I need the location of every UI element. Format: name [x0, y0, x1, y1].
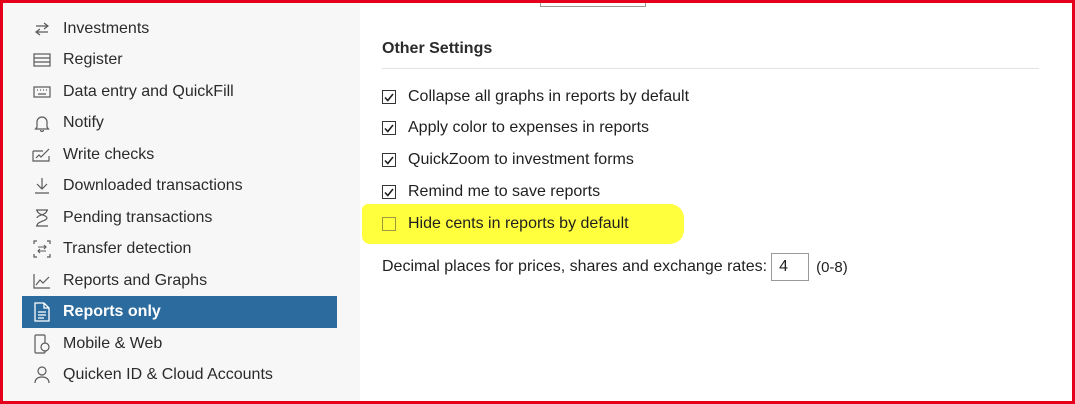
- checkbox[interactable]: [382, 121, 396, 135]
- download-icon: [31, 175, 53, 197]
- sidebar-item-mobile-web[interactable]: Mobile & Web: [22, 328, 337, 360]
- sidebar-item-label: Register: [63, 51, 123, 68]
- register-icon: [31, 49, 53, 71]
- transfer-icon: [31, 238, 53, 260]
- document-icon: [31, 301, 53, 323]
- checkbox[interactable]: [382, 217, 396, 231]
- mobile-icon: [31, 333, 53, 355]
- sidebar-item-label: Notify: [63, 114, 104, 131]
- section-divider: [382, 68, 1039, 69]
- bell-icon: [31, 112, 53, 134]
- checkbox[interactable]: [382, 90, 396, 104]
- chart-icon: [31, 270, 53, 292]
- check-write-icon: [31, 144, 53, 166]
- option-label: QuickZoom to investment forms: [408, 151, 634, 168]
- sidebar-item-label: Investments: [63, 20, 150, 37]
- option-remind-save[interactable]: Remind me to save reports: [382, 181, 600, 203]
- arrows-swap-icon: [31, 18, 53, 40]
- decimal-places-row: Decimal places for prices, shares and ex…: [382, 253, 848, 281]
- option-apply-color[interactable]: Apply color to expenses in reports: [382, 117, 649, 139]
- sidebar-item-label: Transfer detection: [63, 240, 192, 257]
- partial-icon: [31, 396, 53, 401]
- option-label: Hide cents in reports by default: [408, 215, 629, 232]
- decimal-range-hint: (0-8): [816, 258, 848, 276]
- partial-field-top[interactable]: [540, 0, 646, 7]
- option-quickzoom[interactable]: QuickZoom to investment forms: [382, 149, 634, 171]
- user-icon: [31, 364, 53, 386]
- sidebar-item-label: Quicken ID & Cloud Accounts: [63, 366, 273, 383]
- sidebar-item-notify[interactable]: Notify: [22, 107, 337, 139]
- sidebar-item-register[interactable]: Register: [22, 44, 337, 76]
- sidebar-item-partial-bottom[interactable]: [22, 391, 337, 401]
- sidebar-item-transfer[interactable]: Transfer detection: [22, 233, 337, 265]
- decimal-places-label: Decimal places for prices, shares and ex…: [382, 258, 768, 275]
- sidebar-item-label: Downloaded transactions: [63, 177, 243, 194]
- option-collapse-graphs[interactable]: Collapse all graphs in reports by defaul…: [382, 86, 689, 108]
- sidebar-item-label: Pending transactions: [63, 209, 213, 226]
- sidebar-item-label: Mobile & Web: [63, 335, 163, 352]
- sidebar-item-label: Write checks: [63, 146, 155, 163]
- sidebar-item-label: Reports and Graphs: [63, 272, 208, 289]
- option-label: Remind me to save reports: [408, 183, 601, 200]
- sidebar-item-investments[interactable]: Investments: [22, 13, 337, 45]
- sidebar-item-quicken-id[interactable]: Quicken ID & Cloud Accounts: [22, 359, 337, 391]
- sidebar-item-reports-only[interactable]: Reports only: [22, 296, 337, 328]
- sidebar-item-downloaded[interactable]: Downloaded transactions: [22, 170, 337, 202]
- sidebar-item-pending[interactable]: Pending transactions: [22, 202, 337, 234]
- sidebar-item-label: Reports only: [63, 303, 161, 320]
- keyboard-icon: [31, 81, 53, 103]
- option-label: Collapse all graphs in reports by defaul…: [408, 88, 690, 105]
- sidebar-item-label: Data entry and QuickFill: [63, 83, 234, 100]
- sidebar-item-write-checks[interactable]: Write checks: [22, 139, 337, 171]
- checkbox[interactable]: [382, 185, 396, 199]
- preferences-sidebar: Investments Register Data entry and Quic…: [3, 3, 360, 401]
- option-hide-cents[interactable]: Hide cents in reports by default: [382, 213, 629, 235]
- option-label: Apply color to expenses in reports: [408, 119, 650, 136]
- sidebar-item-reports-graphs[interactable]: Reports and Graphs: [22, 265, 337, 297]
- checkbox[interactable]: [382, 153, 396, 167]
- decimal-places-input[interactable]: 4: [771, 253, 810, 281]
- hourglass-icon: [31, 207, 53, 229]
- section-title: Other Settings: [382, 40, 493, 57]
- sidebar-item-data-entry[interactable]: Data entry and QuickFill: [22, 76, 337, 108]
